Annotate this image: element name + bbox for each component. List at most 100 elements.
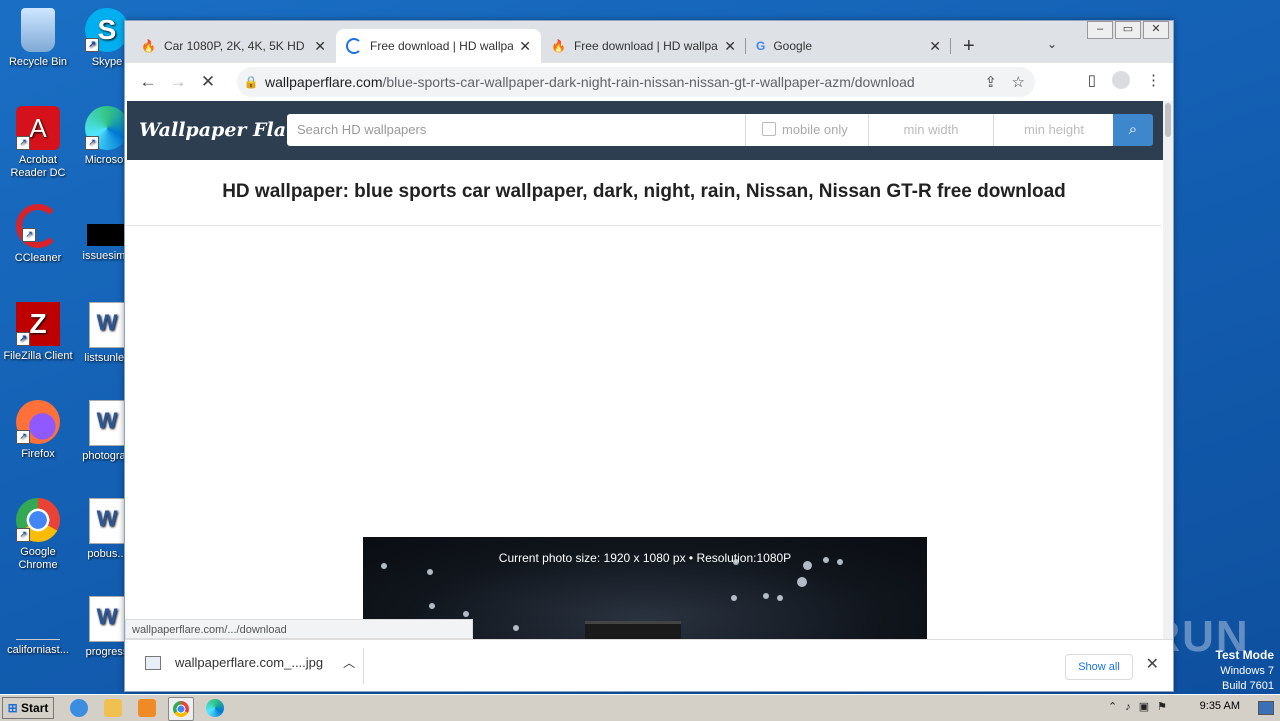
rain-drop xyxy=(731,595,737,601)
chevron-up-icon[interactable]: ︿ xyxy=(343,654,355,671)
close-tab-icon[interactable]: ✕ xyxy=(314,38,326,55)
edge-taskbar-icon[interactable] xyxy=(206,699,224,717)
chrome-window: – ▭ ✕ 🔥 Car 1080P, 2K, 4K, 5K HD wa ✕ Fr… xyxy=(124,20,1174,692)
desktop-icon-acrobat[interactable]: A ↗ Acrobat Reader DC xyxy=(0,106,76,180)
page-scrollbar[interactable] xyxy=(1163,101,1173,639)
maximize-icon[interactable]: ▭ xyxy=(1115,21,1141,39)
desktop-icon-label: Microsoft xyxy=(84,154,130,166)
desktop-icon-label: pobus... xyxy=(87,548,127,560)
desktop-icon-label: californiast... xyxy=(7,644,69,656)
test-mode-line2: Windows 7 xyxy=(1220,665,1274,677)
google-icon: G xyxy=(756,39,766,53)
tab-search-chevron-icon[interactable]: ⌄ xyxy=(1047,37,1057,51)
start-button[interactable]: ⊞ Start xyxy=(2,697,54,719)
media-player-icon[interactable] xyxy=(138,699,156,717)
filezilla-icon: Z ↗ xyxy=(16,302,60,346)
desktop-icon-label: Recycle Bin xyxy=(8,56,68,68)
close-window-icon[interactable]: ✕ xyxy=(1143,21,1169,39)
page-content: Wallpaper Flare Search HD wallpapers mob… xyxy=(125,101,1163,639)
test-mode-line1: Test Mode xyxy=(1215,648,1274,662)
download-item[interactable]: wallpaperflare.com_....jpg ︿ xyxy=(145,654,355,671)
rain-drop xyxy=(463,611,469,617)
close-tab-icon[interactable]: ✕ xyxy=(519,38,531,55)
scrollbar-thumb[interactable] xyxy=(1165,103,1171,137)
word-document-icon: W xyxy=(89,596,125,642)
rain-drop xyxy=(429,603,435,609)
new-tab-button[interactable]: + xyxy=(963,35,975,58)
checkbox-icon[interactable] xyxy=(762,122,776,136)
desktop-icon-firefox[interactable]: ↗ Firefox xyxy=(0,400,76,461)
rain-drop xyxy=(381,563,387,569)
flag-icon[interactable]: ⚑ xyxy=(1157,701,1175,713)
site-header: Wallpaper Flare Search HD wallpapers mob… xyxy=(127,101,1163,160)
show-all-button[interactable]: Show all xyxy=(1065,654,1133,680)
bookmark-star-icon[interactable]: ☆ xyxy=(1012,73,1025,91)
desktop-icon-label: listsunles xyxy=(84,352,130,364)
stop-loading-icon[interactable]: ✕ xyxy=(193,72,223,92)
tab-free-download[interactable]: 🔥 Free download | HD wallpape ✕ xyxy=(541,29,746,63)
windows-logo-icon: ⊞ xyxy=(7,701,18,715)
desktop-icon-ccleaner[interactable]: ↗ CCleaner xyxy=(0,204,76,265)
page-title: HD wallpaper: blue sports car wallpaper,… xyxy=(222,181,1066,202)
system-tray: ⌃♪▣⚑ xyxy=(1108,700,1175,713)
tab-car-wallpapers[interactable]: 🔥 Car 1080P, 2K, 4K, 5K HD wa ✕ xyxy=(131,29,336,63)
rain-drop xyxy=(797,577,807,587)
volume-icon[interactable]: ♪ xyxy=(1125,701,1139,713)
tab-label: Free download | HD wallpape xyxy=(573,39,719,53)
min-width-input[interactable]: min width xyxy=(868,114,993,146)
rain-drop xyxy=(777,595,783,601)
tab-separator xyxy=(950,38,951,54)
back-arrow-icon[interactable]: ← xyxy=(133,72,163,92)
rain-drop xyxy=(823,557,829,563)
forward-arrow-icon[interactable]: → xyxy=(163,72,193,92)
min-height-input[interactable]: min height xyxy=(993,114,1114,146)
search-input[interactable]: Search HD wallpapers xyxy=(287,114,745,146)
divider xyxy=(125,225,1161,226)
show-desktop-icon[interactable] xyxy=(1258,701,1274,715)
desktop-icon-label: Google Chrome xyxy=(18,546,58,571)
desktop-icon-label: progress xyxy=(85,646,129,658)
address-bar[interactable]: 🔒 wallpaperflare.com/blue-sports-car-wal… xyxy=(237,67,1035,97)
word-document-icon: W xyxy=(89,302,125,348)
internet-explorer-icon[interactable] xyxy=(70,699,88,717)
download-filename: wallpaperflare.com_....jpg xyxy=(175,655,324,670)
search-button[interactable]: ⌕ xyxy=(1113,114,1153,146)
tab-label: Free download | HD wallpape xyxy=(370,39,514,53)
desktop-icon-recycle-bin[interactable]: Recycle Bin xyxy=(0,8,76,69)
desktop-icon-label: Acrobat Reader DC xyxy=(10,154,66,179)
rain-drop xyxy=(513,625,519,631)
rain-drop xyxy=(427,569,433,575)
taskbar-clock[interactable]: 9:35 AM xyxy=(1200,700,1240,712)
network-icon[interactable]: ▣ xyxy=(1139,701,1157,713)
chrome-icon: ↗ xyxy=(16,498,60,542)
ccleaner-icon: ↗ xyxy=(16,204,60,248)
status-bar-url: wallpaperflare.com/.../download xyxy=(125,619,473,639)
minimize-icon[interactable]: – xyxy=(1087,21,1113,39)
profile-avatar-icon[interactable] xyxy=(1112,71,1130,89)
tray-arrow-icon[interactable]: ⌃ xyxy=(1108,701,1125,713)
window-controls: – ▭ ✕ xyxy=(1087,21,1169,39)
desktop-icon-label: Skype xyxy=(91,56,123,68)
chrome-taskbar-button[interactable] xyxy=(168,697,194,721)
mobile-only-checkbox[interactable]: mobile only xyxy=(745,114,868,146)
file-explorer-icon[interactable] xyxy=(104,699,122,717)
lock-icon[interactable]: 🔒 xyxy=(237,75,265,89)
tab-google[interactable]: G Google ✕ xyxy=(746,29,951,63)
tab-free-download-active[interactable]: Free download | HD wallpape ✕ xyxy=(336,29,541,63)
test-mode-line3: Build 7601 xyxy=(1222,680,1274,692)
desktop-icon-californiast[interactable]: californiast... xyxy=(0,596,76,657)
desktop-icon-label: CCleaner xyxy=(14,252,62,264)
car-silhouette xyxy=(585,621,681,639)
close-tab-icon[interactable]: ✕ xyxy=(724,38,736,55)
toolbar-right: ▯ ⋮ xyxy=(1088,71,1161,89)
close-download-bar-icon[interactable]: ✕ xyxy=(1146,654,1159,674)
desktop-icon-google-chrome[interactable]: ↗ Google Chrome xyxy=(0,498,76,572)
menu-kebab-icon[interactable]: ⋮ xyxy=(1146,71,1161,89)
side-panel-icon[interactable]: ▯ xyxy=(1088,71,1096,89)
desktop-icon-filezilla[interactable]: Z ↗ FileZilla Client xyxy=(0,302,76,363)
recycle-bin-icon xyxy=(21,8,55,52)
site-logo[interactable]: Wallpaper Flare xyxy=(139,119,308,141)
share-icon[interactable]: ⇪ xyxy=(984,73,997,91)
image-file-icon xyxy=(145,655,161,670)
close-tab-icon[interactable]: ✕ xyxy=(929,38,941,55)
